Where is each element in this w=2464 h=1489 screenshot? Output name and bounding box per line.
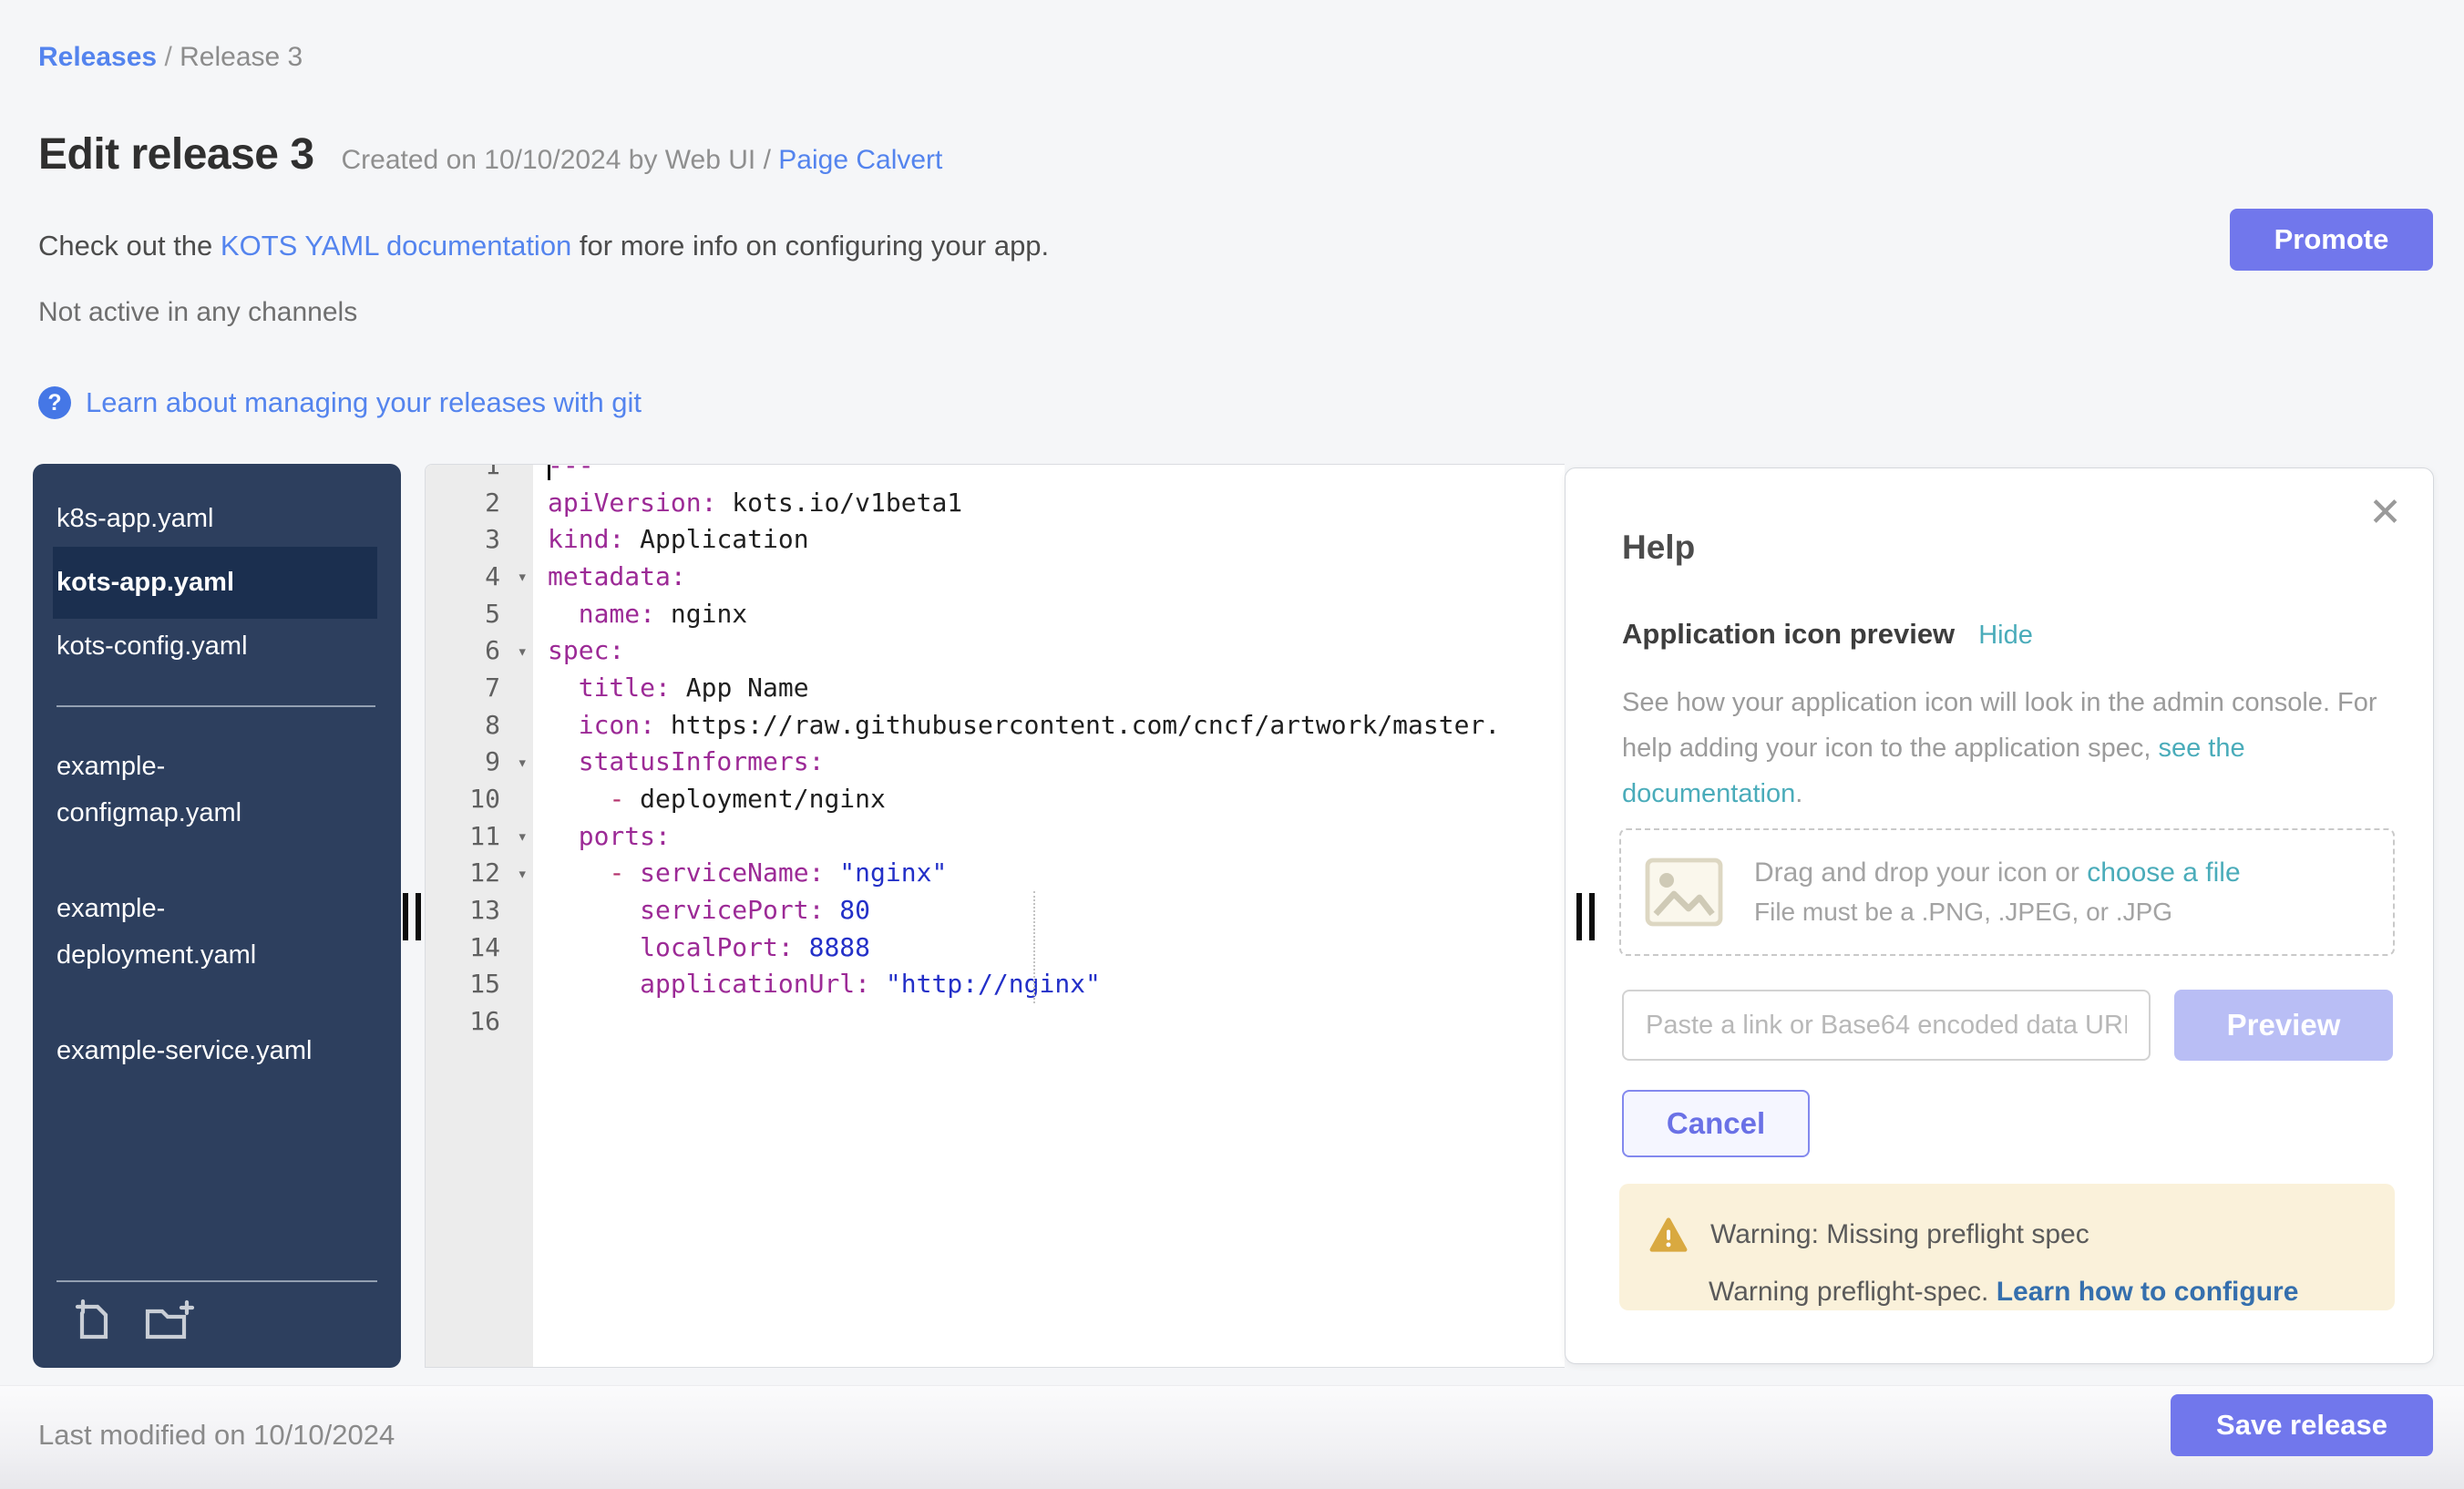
editor-line[interactable]: 3kind: Application [426,520,1565,558]
icon-preview-description: See how your application icon will look … [1622,680,2406,816]
preview-button[interactable]: Preview [2174,990,2393,1061]
image-placeholder-icon [1645,857,1723,927]
fold-arrow-icon[interactable]: ▾ [518,567,528,587]
fold-arrow-icon[interactable]: ▾ [518,642,528,662]
dropzone-text-pre: Drag and drop your icon or [1754,857,2087,888]
fold-arrow-icon[interactable]: ▾ [518,753,528,773]
editor-line[interactable]: 6▾spec: [426,632,1565,669]
line-number: 4▾ [426,561,533,591]
docs-line-pre: Check out the [38,230,221,262]
file-tree: k8s-app.yamlkots-app.yamlkots-config.yam… [33,464,401,1368]
file-item-example-configmap.yaml[interactable]: example-configmap.yaml [53,731,344,849]
line-number: 11▾ [426,821,533,851]
editor-line[interactable]: 2apiVersion: kots.io/v1beta1 [426,484,1565,521]
last-modified: Last modified on 10/10/2024 [38,1419,395,1452]
kots-yaml-docs-link[interactable]: KOTS YAML documentation [221,230,571,262]
docs-line: Check out the KOTS YAML documentation fo… [38,230,1049,262]
save-release-button[interactable]: Save release [2171,1394,2433,1456]
yaml-editor[interactable]: 1---2apiVersion: kots.io/v1beta13kind: A… [425,464,1565,1368]
file-list-primary: k8s-app.yamlkots-app.yamlkots-config.yam… [33,491,401,674]
docs-line-post: for more info on configuring your app. [571,230,1049,262]
file-item-kots-config.yaml[interactable]: kots-config.yaml [53,619,377,674]
editor-line[interactable]: 7 title: App Name [426,669,1565,706]
editor-line[interactable]: 11▾ ports: [426,817,1565,855]
line-number: 16 [426,1006,533,1036]
channels-status: Not active in any channels [38,297,357,328]
line-number: 15 [426,969,533,999]
dropzone-text: Drag and drop your icon or choose a file [1754,857,2241,888]
release-editor-page: Releases / Release 3 Edit release 3 Crea… [0,0,2464,1489]
file-list-examples: example-configmap.yaml example-deployment… [33,731,401,1087]
git-releases-link[interactable]: Learn about managing your releases with … [86,386,642,419]
breadcrumb-separator: / [157,42,180,72]
breadcrumb-link-releases[interactable]: Releases [38,42,157,72]
file-item-k8s-app.yaml[interactable]: k8s-app.yaml [53,491,377,547]
new-folder-icon[interactable] [142,1297,195,1344]
editor-line[interactable]: 14 localPort: 8888 [426,929,1565,966]
line-number: 7 [426,673,533,703]
icon-url-input[interactable] [1622,990,2151,1061]
icon-preview-title: Application icon preview [1622,618,1955,651]
line-number: 9▾ [426,746,533,776]
warning-icon [1648,1217,1689,1253]
file-type-hint: File must be a .PNG, .JPEG, or .JPG [1754,898,2241,927]
warning-banner: Warning: Missing preflight spec Warning … [1619,1184,2395,1310]
created-info: Created on 10/10/2024 by Web UI / Paige … [342,145,943,176]
editor-line[interactable]: 13 servicePort: 80 [426,891,1565,929]
line-number: 5 [426,599,533,629]
line-number: 13 [426,895,533,925]
breadcrumb: Releases / Release 3 [38,42,303,73]
file-item-example-deployment.yaml[interactable]: example-deployment.yaml [53,873,344,991]
new-file-icon[interactable] [73,1297,120,1344]
page-title: Edit release 3 [38,129,314,180]
help-close-icon[interactable]: ✕ [2363,492,2408,534]
editor-line[interactable]: 8 icon: https://raw.githubusercontent.co… [426,706,1565,744]
cancel-button[interactable]: Cancel [1622,1090,1810,1157]
promote-button[interactable]: Promote [2230,209,2433,271]
fold-arrow-icon[interactable]: ▾ [518,827,528,847]
warning-text-pre: Warning preflight-spec. [1709,1277,1997,1307]
warning-text: Warning preflight-spec. Learn how to con… [1709,1277,2367,1308]
help-circle-icon[interactable]: ? [38,386,71,419]
choose-file-link[interactable]: choose a file [2087,857,2240,888]
file-item-kots-app.yaml[interactable]: kots-app.yaml [53,547,377,619]
line-number: 10 [426,784,533,814]
line-number: 2 [426,488,533,518]
created-text: Created on 10/10/2024 by Web UI / [342,145,779,175]
line-number: 6▾ [426,635,533,665]
editor-line[interactable]: 4▾metadata: [426,558,1565,595]
tree-divider [56,705,375,707]
editor-resize-handle[interactable] [401,893,425,940]
help-title: Help [1622,529,1695,567]
line-number: 12▾ [426,857,533,888]
breadcrumb-current: Release 3 [180,42,303,72]
tree-footer [56,1280,377,1353]
description-suffix: . [1795,779,1802,808]
file-item-example-service.yaml[interactable]: example-service.yaml [53,1015,344,1087]
warning-title: Warning: Missing preflight spec [1710,1219,2089,1250]
indent-guide [1033,891,1035,1003]
fold-arrow-icon[interactable]: ▾ [518,864,528,884]
line-number: 8 [426,710,533,740]
editor-line[interactable]: 16 [426,1002,1565,1040]
help-panel: ✕ Help Application icon preview Hide See… [1565,467,2434,1364]
hide-link[interactable]: Hide [1978,621,2033,651]
editor-line[interactable]: 9▾ statusInformers: [426,744,1565,781]
footer: Last modified on 10/10/2024 Save release [0,1385,2464,1489]
line-number: 14 [426,932,533,962]
author-link[interactable]: Paige Calvert [778,145,942,175]
editor-line[interactable]: 12▾ - serviceName: "nginx" [426,855,1565,892]
line-number: 1 [426,464,533,480]
line-number: 3 [426,524,533,554]
editor-line[interactable]: 15 applicationUrl: "http://nginx" [426,966,1565,1003]
editor-line[interactable]: 10 - deployment/nginx [426,780,1565,817]
description-text: See how your application icon will look … [1622,688,2377,763]
editor-line[interactable]: 5 name: nginx [426,595,1565,632]
editor-line[interactable]: 1--- [426,464,1565,484]
learn-configure-link[interactable]: Learn how to configure [1997,1277,2299,1307]
icon-dropzone[interactable]: Drag and drop your icon or choose a file… [1619,828,2395,956]
help-resize-handle[interactable] [1575,893,1598,940]
